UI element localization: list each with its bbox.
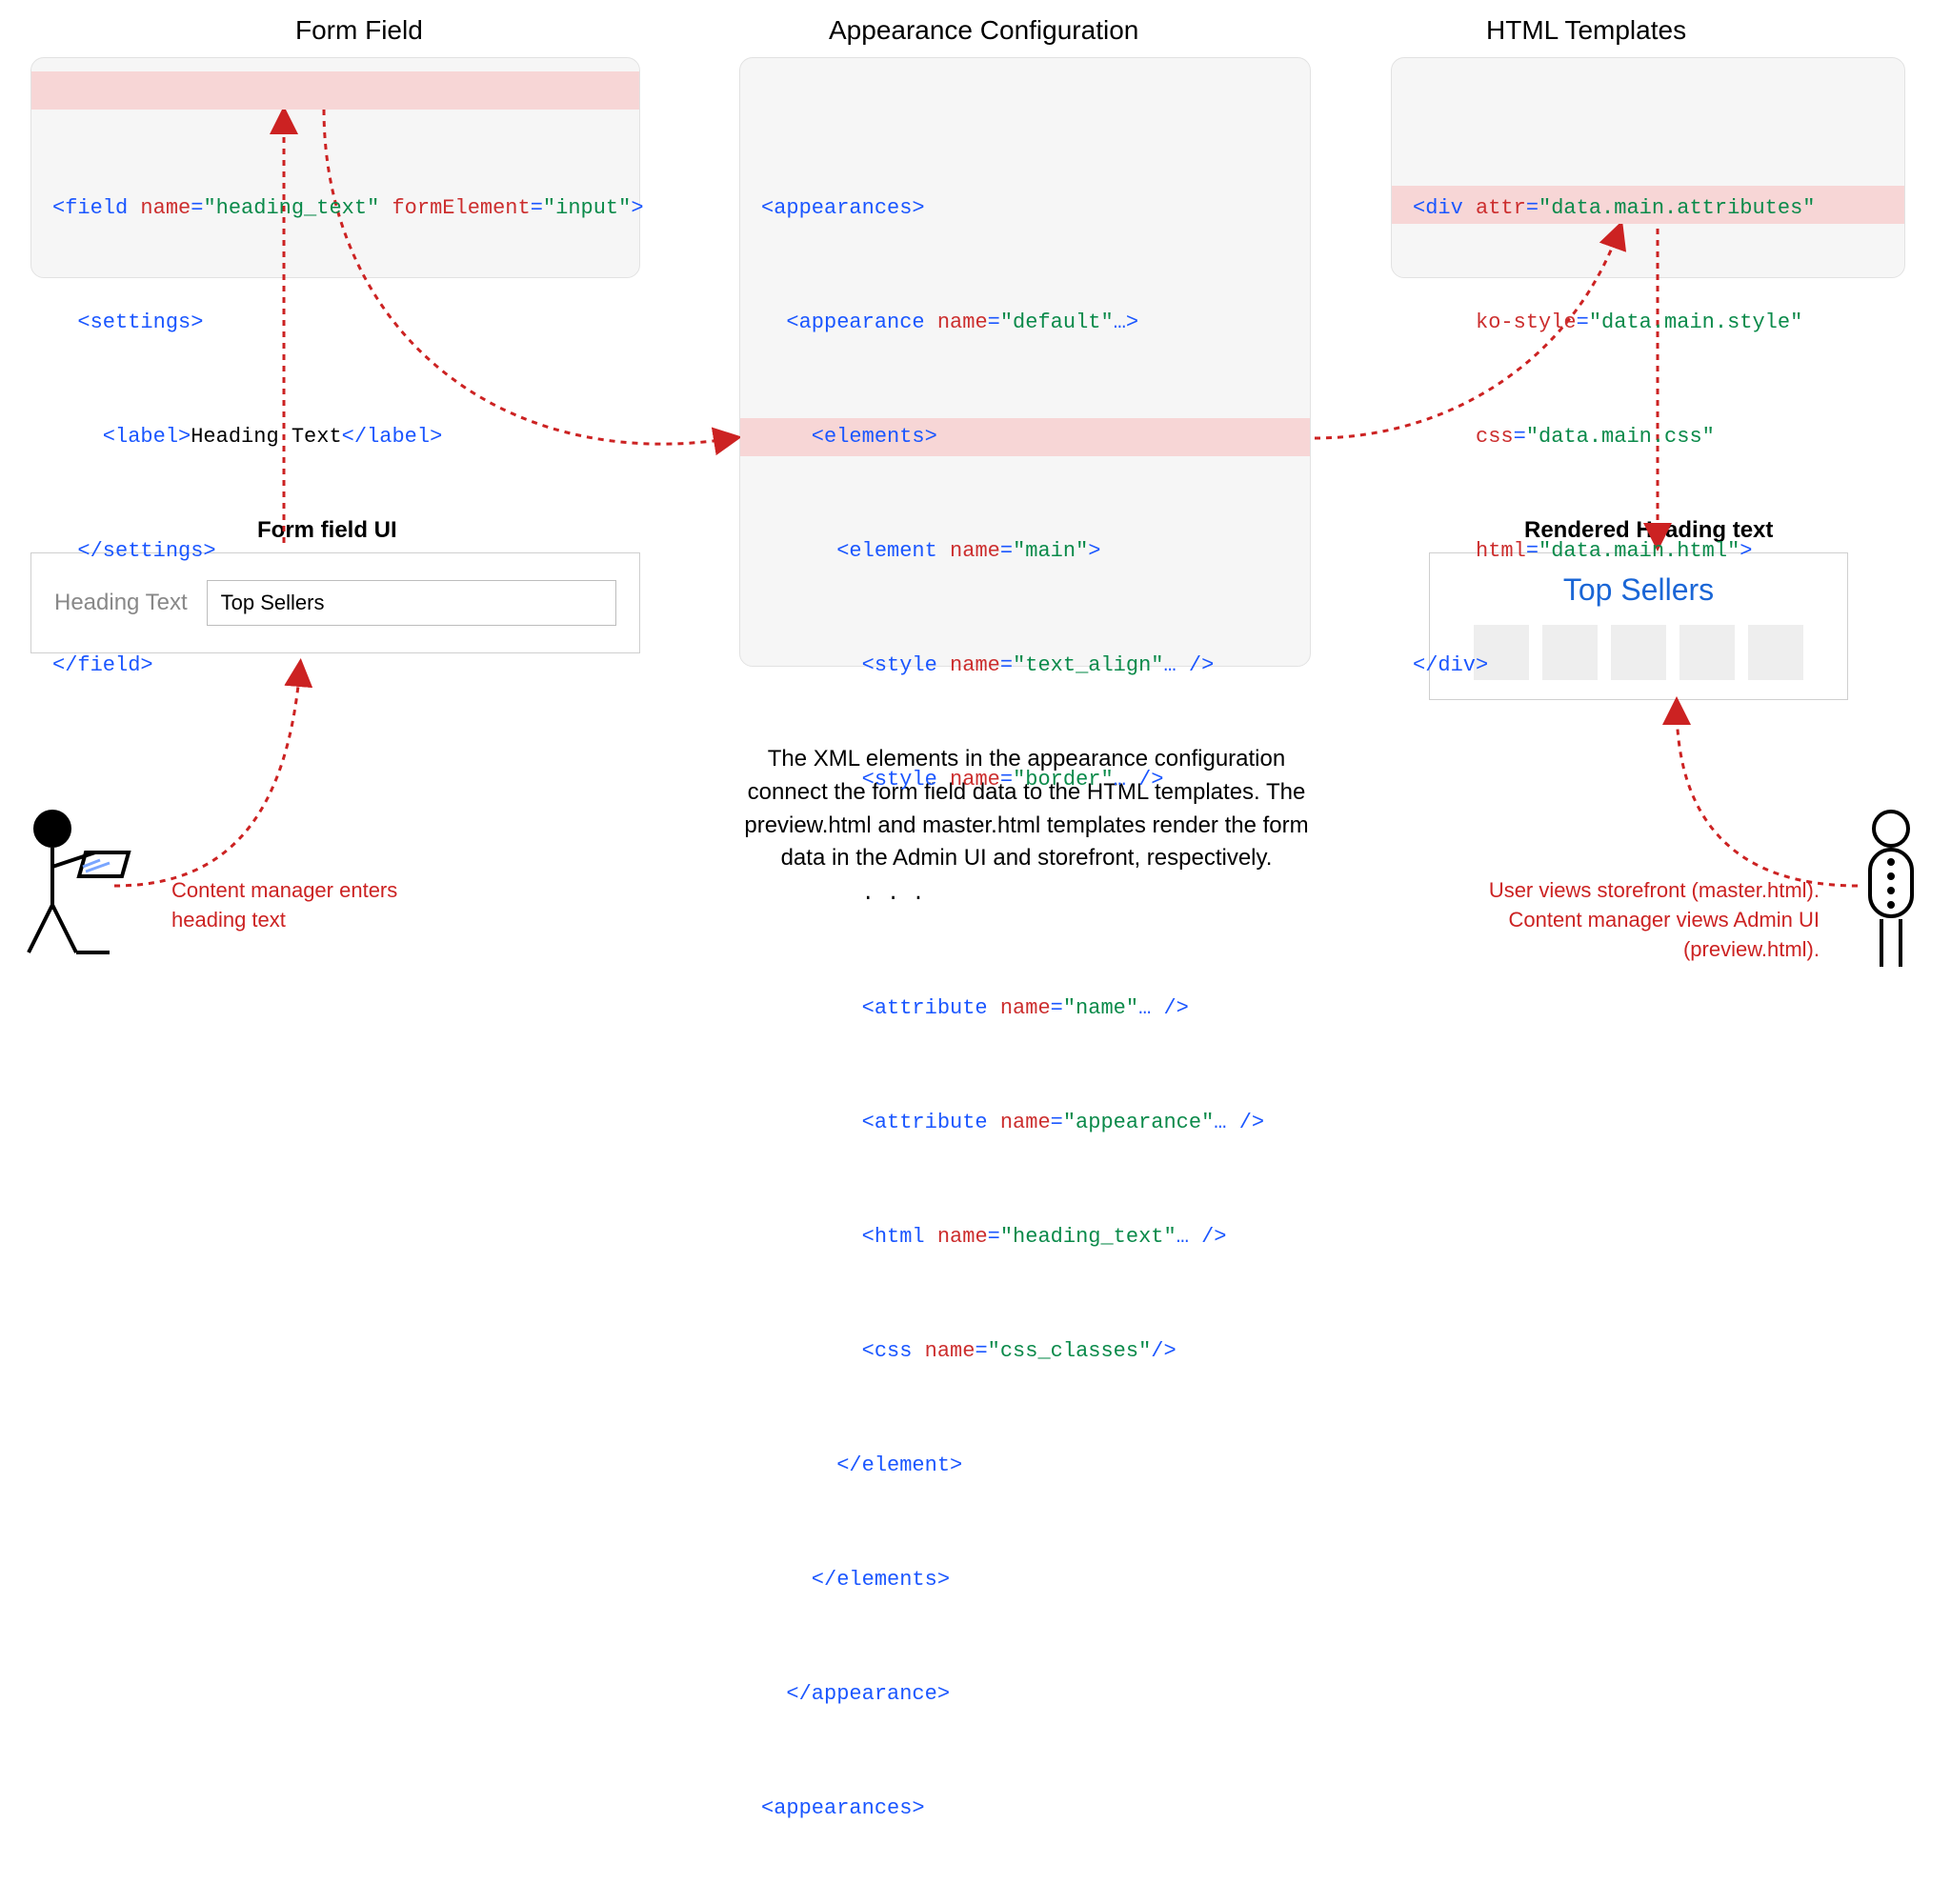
note-user-views: User views storefront (master.html). Con…: [1429, 876, 1820, 964]
viewer-icon: [1870, 812, 1912, 967]
code-form-field: <field name="heading_text" formElement="…: [30, 57, 640, 278]
rendered-heading: Top Sellers: [1449, 572, 1828, 608]
note-content-manager: Content manager enters heading text: [171, 876, 457, 935]
heading-text-input[interactable]: [207, 580, 616, 626]
diagram-stage: Form Field Appearance Configuration HTML…: [0, 0, 1951, 1015]
code-appearance: <appearances> <appearance name="default"…: [739, 57, 1311, 667]
content-manager-icon: [29, 812, 129, 952]
col-title-templates: HTML Templates: [1486, 15, 1686, 46]
col-title-appearance: Appearance Configuration: [829, 15, 1138, 46]
code-html-template: <div attr="data.main.attributes" ko-styl…: [1391, 57, 1905, 278]
col-title-form-field: Form Field: [295, 15, 423, 46]
form-label-heading-text: Heading Text: [54, 590, 188, 616]
highlight-field-line: [31, 71, 639, 110]
